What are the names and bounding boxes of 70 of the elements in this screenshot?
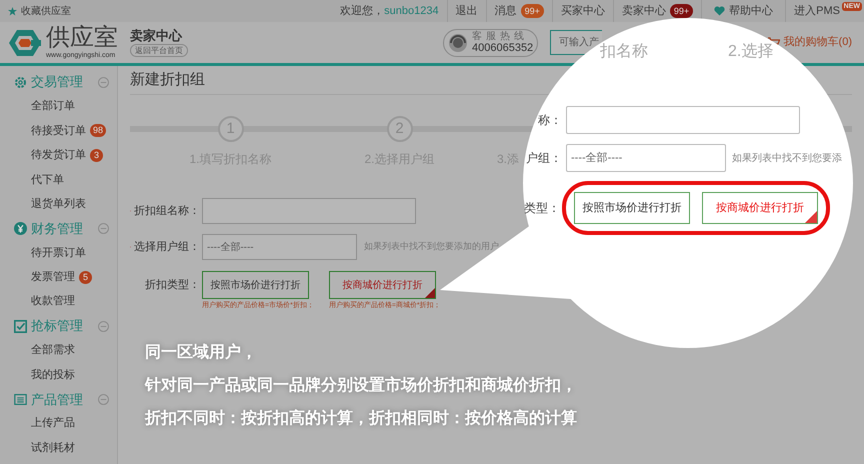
caption-text: 针对同一产品或同一品牌分别设置市场价折扣和商城价折扣， <box>145 375 578 396</box>
field-label: 折扣组名称： <box>134 204 200 219</box>
hint-text: 如果列表中找不到您要添加的用户 <box>364 240 499 254</box>
search-placeholder: 可输入产 <box>559 36 600 50</box>
group-select[interactable]: ----全部---- <box>566 144 726 172</box>
field-label: 折扣类型： <box>144 278 200 293</box>
collapse-icon[interactable] <box>98 223 109 234</box>
logo-icon <box>8 28 42 58</box>
magnified-step-label: 扣名称 <box>600 42 648 62</box>
back-link[interactable]: 返回平台首页 <box>130 44 188 57</box>
field-label: 类型： <box>524 200 560 217</box>
sidebar-item[interactable]: 全部需求 <box>31 342 75 359</box>
top-link[interactable]: 进入PMS <box>794 2 840 20</box>
star-icon <box>8 6 17 16</box>
selected-corner-icon <box>805 211 817 223</box>
sidebar-item[interactable]: 收款管理 <box>31 293 75 310</box>
field-label: 户组： <box>526 150 562 167</box>
section-heading: 财务管理 <box>31 220 83 238</box>
list-icon <box>14 392 27 406</box>
discount-type-option[interactable]: 按商城价进行打折 <box>328 271 436 299</box>
bookmark-link[interactable]: 收藏供应室 <box>21 4 71 18</box>
magnified-step-label: 2.选择 <box>728 42 774 62</box>
count-badge: 3 <box>90 148 103 162</box>
section-heading: 交易管理 <box>31 73 83 92</box>
sidebar-item[interactable]: 退货单列表 <box>31 196 86 212</box>
hotline-label: 客服热线 <box>472 31 529 42</box>
top-link[interactable]: 帮助中心 <box>729 2 774 20</box>
section-heading: 产品管理 <box>31 390 83 409</box>
sidebar-item[interactable]: 全部订单 <box>31 98 75 115</box>
name-input[interactable] <box>566 106 800 134</box>
sidebar-item[interactable]: 试剂耗材 <box>31 440 75 456</box>
collapse-icon[interactable] <box>98 320 109 332</box>
headset-icon <box>448 32 468 52</box>
greeting-text: 欢迎您， <box>340 4 384 19</box>
collapse-icon[interactable] <box>98 76 109 88</box>
sidebar-item[interactable]: 上传产品 <box>31 415 75 432</box>
discount-type-option[interactable]: 按照市场价进行打折 <box>202 271 309 299</box>
collapse-icon[interactable] <box>98 394 109 405</box>
count-badge: 98 <box>90 124 106 138</box>
sidebar-item[interactable]: 发票管理 <box>31 269 75 286</box>
hint-text: 如果列表中找不到您要添 <box>732 152 842 166</box>
page-title: 新建折扣组 <box>130 70 205 90</box>
section-title: 卖家中心 <box>130 28 184 44</box>
yen-icon <box>14 222 27 236</box>
gear-icon <box>14 76 27 89</box>
sidebar-item[interactable]: 待接受订单 <box>31 122 86 140</box>
cart-link[interactable]: 我的购物车(0) <box>784 34 852 51</box>
count-badge: 5 <box>79 270 92 284</box>
caption-text: 折扣不同时：按折扣高的计算，折扣相同时：按价格高的计算 <box>145 408 578 428</box>
sidebar-item[interactable]: 我的投标 <box>31 366 75 384</box>
count-badge: 99+ <box>670 4 694 18</box>
top-link[interactable]: 消息 <box>494 2 517 20</box>
top-link[interactable]: 卖家中心 <box>622 2 666 20</box>
hotline-number: 4006065352 <box>472 42 534 54</box>
logo-name: 供应室 <box>46 25 118 51</box>
count-badge: 99+ <box>520 4 544 18</box>
caption-text: 同一区域用户， <box>145 342 258 362</box>
checkbox-icon <box>14 320 27 333</box>
selected-corner-icon <box>424 288 435 298</box>
discount-type-option[interactable]: 按商城价进行打折 <box>702 192 818 224</box>
sidebar-item[interactable]: 代下单 <box>31 172 64 188</box>
discount-type-option[interactable]: 按照市场价进行打折 <box>574 192 690 224</box>
section-heading: 抢标管理 <box>31 317 83 336</box>
field-label: 称： <box>538 112 562 129</box>
field-label: 选择用户组： <box>134 240 200 255</box>
heart-icon <box>714 6 726 16</box>
name-input[interactable] <box>202 198 416 224</box>
group-select[interactable]: ----全部---- <box>202 234 357 260</box>
sidebar-item[interactable]: 待发货订单 <box>31 147 86 164</box>
sidebar-item[interactable]: 待开票订单 <box>31 244 86 262</box>
